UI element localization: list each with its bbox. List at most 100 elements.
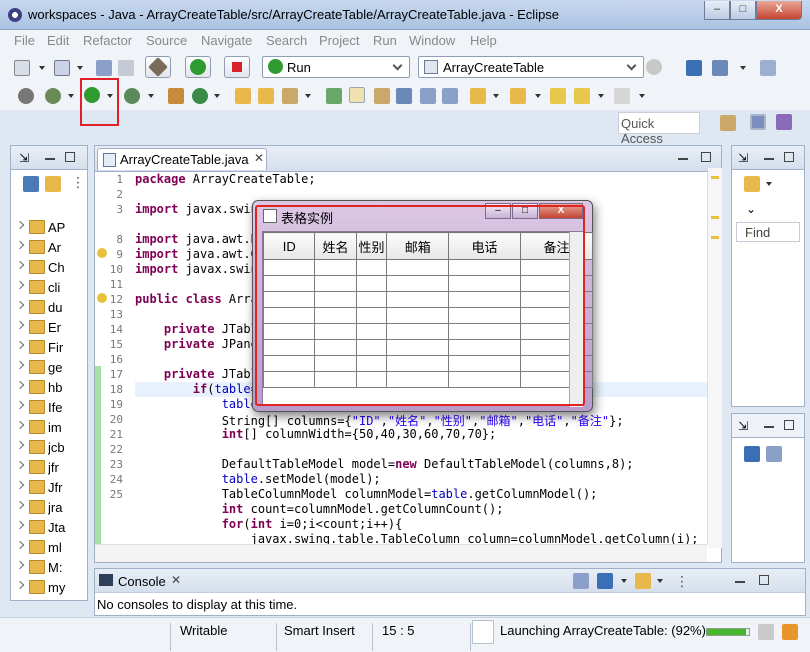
hierarchy-icon[interactable] [766,446,782,462]
console-tab-label[interactable]: Console [118,574,166,589]
launch-target-combo[interactable]: ArrayCreateTable [418,56,644,78]
open-console-icon[interactable] [635,573,651,589]
minimize-view-icon[interactable] [764,158,774,160]
maximize-view-icon[interactable] [784,152,794,162]
view-toolbar-icon[interactable] [744,446,760,462]
minimize-view-icon[interactable] [678,158,688,160]
collapse-all-icon[interactable] [23,176,39,192]
maximize-view-icon[interactable] [65,152,75,162]
project-item[interactable]: cli [13,278,83,298]
console-view-icon[interactable] [686,60,702,76]
highlight-icon[interactable] [349,87,365,103]
project-item[interactable]: my [13,578,83,598]
previous-annotation-icon[interactable] [510,88,526,104]
maximize-view-icon[interactable] [784,420,794,430]
close-tab-icon[interactable]: ✕ [254,151,264,165]
menu-project[interactable]: Project [319,33,359,48]
run-toolbar-button[interactable] [185,56,211,78]
view-menu-icon[interactable]: ⋮ [71,174,85,191]
minimize-button[interactable]: – [704,1,730,20]
warning-icon[interactable] [97,293,107,303]
progress-view-icon[interactable] [758,624,774,640]
project-item[interactable]: Er [13,318,83,338]
chevron-down-icon[interactable] [657,579,663,583]
project-item[interactable]: Ar [13,238,83,258]
menu-file[interactable]: File [14,33,35,48]
maximize-view-icon[interactable] [701,152,711,162]
launch-progress-text[interactable]: Launching ArrayCreateTable: (92%) [500,623,706,638]
project-item[interactable]: Ch [13,258,83,278]
chevron-down-icon[interactable]: ⌄ [746,202,756,216]
project-item[interactable]: ge [13,358,83,378]
minimize-view-icon[interactable] [735,581,745,583]
chevron-down-icon[interactable] [740,66,746,70]
chevron-down-icon[interactable] [39,66,45,70]
open-type-icon[interactable] [235,88,251,104]
warning-marker[interactable] [711,216,719,219]
project-item[interactable]: jfr [13,458,83,478]
project-item[interactable]: Ife [13,398,83,418]
project-item[interactable]: jcb [13,438,83,458]
package-explorer-tab-icon[interactable]: ⇲ [19,151,29,165]
save-icon[interactable] [96,60,112,76]
chevron-down-icon[interactable] [77,66,83,70]
new-package-icon[interactable] [168,88,184,104]
project-item[interactable]: ml [13,538,83,558]
chevron-down-icon[interactable] [493,94,499,98]
bug-icon[interactable] [45,88,61,104]
pin-icon[interactable] [712,60,728,76]
menu-edit[interactable]: Edit [47,33,69,48]
editor-tab-arraycreatetable[interactable]: ArrayCreateTable.java ✕ [97,148,267,170]
search-icon[interactable] [326,88,342,104]
chevron-down-icon[interactable] [598,94,604,98]
menu-navigate[interactable]: Navigate [201,33,252,48]
project-item[interactable]: jra [13,498,83,518]
coverage-icon[interactable] [124,88,140,104]
project-item[interactable]: M: [13,558,83,578]
pin-console-icon[interactable] [573,573,589,589]
warning-marker[interactable] [711,176,719,179]
project-item[interactable]: AP [13,218,83,238]
menu-help[interactable]: Help [470,33,497,48]
maximize-view-icon[interactable] [759,575,769,585]
task-icon[interactable] [282,88,298,104]
run-configuration-combo[interactable]: Run [262,56,410,78]
chevron-down-icon[interactable] [305,94,311,98]
menu-run[interactable]: Run [373,33,397,48]
open-perspective-icon[interactable] [720,115,736,131]
chevron-down-icon[interactable] [639,94,645,98]
view-menu-icon[interactable]: ⋮ [675,573,689,590]
project-item[interactable]: hb [13,378,83,398]
launch-progress-bar[interactable] [706,628,750,636]
new-icon[interactable] [14,60,30,76]
new-task-icon[interactable] [744,176,760,192]
last-edit-icon[interactable] [550,88,566,104]
project-item[interactable]: Fir [13,338,83,358]
chevron-down-icon[interactable] [621,579,627,583]
rss-feed-icon[interactable] [782,624,798,640]
close-tab-icon[interactable]: ✕ [171,573,181,587]
project-item[interactable]: du [13,298,83,318]
chevron-down-icon[interactable] [68,94,74,98]
editor-horizontal-scrollbar[interactable] [95,544,707,562]
chevron-down-icon[interactable] [766,182,772,186]
open-folder-icon[interactable] [258,88,274,104]
java-perspective-icon[interactable] [776,114,792,130]
show-whitespace-icon[interactable] [442,88,458,104]
minimize-view-icon[interactable] [45,158,55,160]
annotation-icon[interactable] [396,88,412,104]
gear-icon[interactable] [646,59,662,75]
forward-icon[interactable] [614,88,630,104]
maximize-button[interactable]: □ [730,1,756,20]
java-ee-perspective-icon[interactable] [750,114,766,130]
build-button[interactable] [145,56,171,78]
save-all-icon[interactable] [118,60,134,76]
menu-search[interactable]: Search [266,33,307,48]
new-class-icon[interactable] [192,88,208,104]
debug-icon[interactable] [18,88,34,104]
display-console-icon[interactable] [597,573,613,589]
find-field[interactable]: Find [736,222,800,242]
menu-refactor[interactable]: Refactor [83,33,132,48]
close-window-button[interactable]: X [756,1,802,20]
project-item[interactable]: im [13,418,83,438]
